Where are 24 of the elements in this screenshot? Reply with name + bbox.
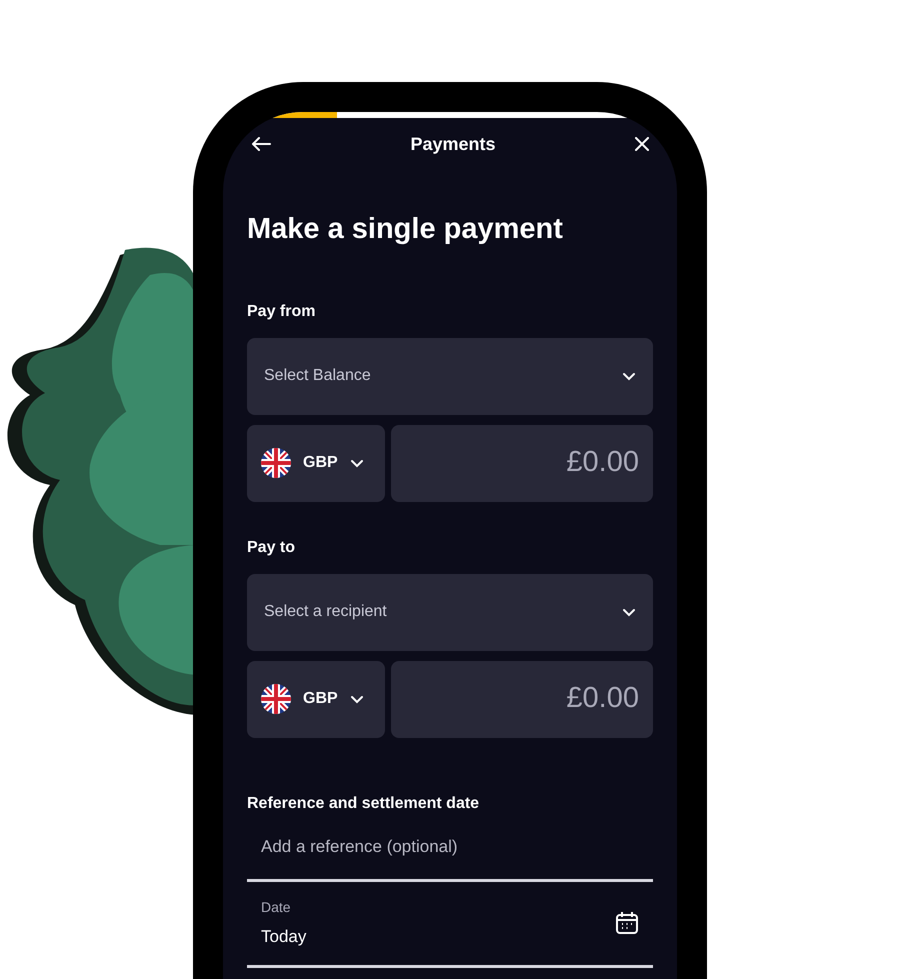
date-label: Date bbox=[261, 898, 292, 917]
close-icon[interactable] bbox=[634, 137, 649, 151]
currency-select[interactable]: GBP bbox=[247, 660, 385, 738]
section-label: Pay from bbox=[247, 302, 316, 322]
amount-field[interactable]: £0.00 bbox=[391, 424, 653, 502]
section-label: Pay to bbox=[247, 538, 296, 558]
chevron-down-icon bbox=[622, 372, 636, 380]
select-dropdown[interactable]: Select Balance bbox=[247, 338, 653, 414]
amount-field[interactable]: £0.00 bbox=[391, 660, 653, 738]
reference-field[interactable]: Add a reference (optional) bbox=[247, 816, 653, 882]
currency-select[interactable]: GBP bbox=[247, 424, 385, 502]
calendar-icon[interactable] bbox=[615, 911, 639, 935]
uk-flag-icon bbox=[261, 448, 291, 478]
chevron-down-icon bbox=[622, 608, 636, 616]
chevron-down-icon bbox=[350, 694, 364, 704]
back-arrow-icon[interactable] bbox=[251, 136, 271, 152]
select-dropdown[interactable]: Select a recipient bbox=[247, 574, 653, 650]
header-title: Payments bbox=[410, 132, 496, 156]
date-field[interactable]: Date Today bbox=[247, 882, 653, 968]
date-value: Today bbox=[261, 926, 306, 948]
section-label: Reference and settlement date bbox=[247, 794, 480, 814]
page-heading: Make a single payment bbox=[247, 212, 564, 247]
chevron-down-icon bbox=[350, 458, 364, 468]
uk-flag-icon bbox=[261, 684, 291, 714]
